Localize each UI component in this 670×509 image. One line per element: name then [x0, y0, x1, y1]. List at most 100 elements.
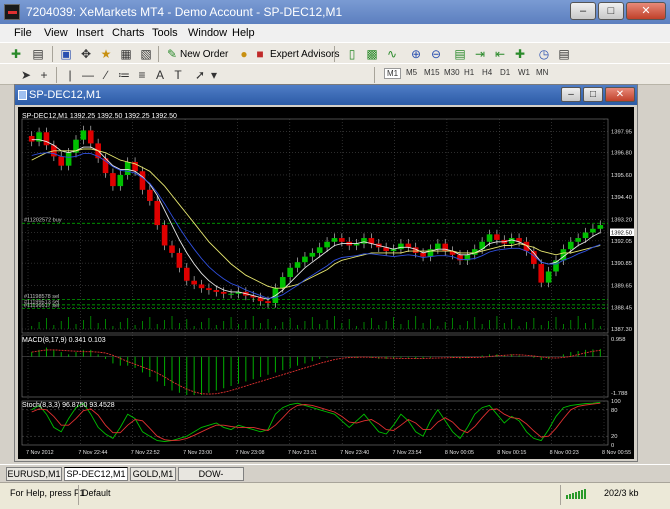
trendline-icon[interactable]: ∕: [98, 67, 114, 83]
menu-view[interactable]: View: [44, 27, 68, 39]
price-axis-label: 1395.60: [611, 173, 632, 179]
timeframe-h4[interactable]: H4: [482, 68, 492, 77]
order-line-label: #11199517 sel: [24, 303, 59, 309]
chart-shift-icon[interactable]: ⇤: [492, 46, 508, 62]
candle-body: [435, 243, 441, 250]
tab-dow-dec12[interactable]: DOW-DEC12,M15: [178, 467, 244, 491]
candle-body: [597, 225, 604, 229]
candle-body: [294, 262, 301, 268]
expert-advisors-button[interactable]: Expert Advisors: [270, 49, 339, 60]
price-axis-label: 1392.05: [611, 239, 632, 245]
status-bar: For Help, press F1 Default 202/3 kb: [0, 482, 670, 509]
menu-window[interactable]: Window: [188, 27, 227, 39]
indicators-icon[interactable]: ✚: [512, 46, 528, 62]
market-watch-icon[interactable]: ▣: [58, 46, 74, 62]
candle-body: [43, 132, 50, 146]
candle-body: [405, 243, 412, 248]
vertical-line-icon[interactable]: |: [62, 67, 78, 83]
stoch-main-line: [31, 401, 601, 442]
chart-minimize-button[interactable]: –: [561, 87, 581, 102]
tab-eurusd[interactable]: EURUSD,M1: [6, 467, 62, 481]
time-axis-label: 8 Nov 00:23: [550, 450, 579, 456]
price-axis-label: 1396.80: [611, 151, 632, 157]
candle-body: [302, 256, 308, 263]
data-window-icon[interactable]: ✥: [78, 46, 94, 62]
line-chart-icon[interactable]: ∿: [384, 46, 400, 62]
menu-insert[interactable]: Insert: [76, 27, 104, 39]
bar-chart-icon[interactable]: ▯: [344, 46, 360, 62]
tab-gold[interactable]: GOLD,M1: [130, 467, 176, 481]
new-order-button[interactable]: New Order: [180, 49, 228, 60]
chart-area[interactable]: #11202572 buy #11198578 sel #11199513 sel #…: [18, 107, 634, 459]
zoom-in-icon[interactable]: ⊕: [408, 46, 424, 62]
zoom-out-icon[interactable]: ⊖: [428, 46, 444, 62]
expert-advisors-icon[interactable]: ■: [252, 46, 268, 62]
timeframe-m15[interactable]: M15: [424, 68, 440, 77]
cursor-icon[interactable]: ➤: [18, 67, 34, 83]
stoch-label: Stoch(8,3,3) 96.8750 93.4528: [22, 402, 115, 409]
candle-body: [139, 171, 146, 190]
candle-body: [316, 247, 323, 253]
timeframe-m5[interactable]: M5: [406, 68, 417, 77]
terminal-icon[interactable]: ▦: [118, 46, 134, 62]
tile-windows-icon[interactable]: ▤: [452, 46, 468, 62]
candle-body: [183, 267, 190, 281]
time-axis-label: 7 Nov 22:52: [131, 450, 160, 456]
chart-window-icon: [18, 90, 27, 100]
chart-axes: 1397.95 1396.80 1395.60 1394.40 1393.20 1392.…: [26, 129, 634, 456]
new-chart-icon[interactable]: ✚: [8, 46, 24, 62]
minimize-button[interactable]: –: [570, 2, 596, 20]
candlesticks-icon[interactable]: ▩: [364, 46, 380, 62]
menu-charts[interactable]: Charts: [112, 27, 144, 39]
candle-body: [538, 264, 545, 283]
timeframe-m30[interactable]: M30: [444, 68, 460, 77]
candle-body: [191, 280, 197, 285]
tester-icon[interactable]: ▧: [138, 46, 154, 62]
menu-file[interactable]: File: [14, 27, 32, 39]
chart-close-button[interactable]: ✕: [605, 87, 635, 102]
fibonacci-icon[interactable]: ≡: [134, 67, 150, 83]
order-line-label: #11202572 buy: [24, 218, 62, 224]
timeframe-h1[interactable]: H1: [464, 68, 474, 77]
close-button[interactable]: ✕: [626, 2, 666, 20]
crosshair-icon[interactable]: +: [36, 67, 52, 83]
timeframe-d1[interactable]: D1: [500, 68, 510, 77]
text-tool-icon[interactable]: A: [152, 67, 168, 83]
price-chart-svg[interactable]: #11202572 buy#11198578 sel#11199513 sel#…: [18, 107, 634, 459]
chart-info-label: SP-DEC12,M1 1392.25 1392.50 1392.25 1392…: [22, 113, 177, 120]
maximize-button[interactable]: □: [598, 2, 624, 20]
auto-scroll-icon[interactable]: ⇥: [472, 46, 488, 62]
candle-body: [87, 130, 94, 144]
ma-slow-line: [31, 148, 601, 289]
menu-tools[interactable]: Tools: [152, 27, 178, 39]
profiles-icon[interactable]: ▤: [30, 46, 46, 62]
candle-body: [220, 291, 227, 294]
time-axis-label: 7 Nov 23:40: [340, 450, 369, 456]
tab-sp-dec12[interactable]: SP-DEC12,M1: [64, 467, 128, 481]
chart-tabs: EURUSD,M1 SP-DEC12,M1 GOLD,M1 DOW-DEC12,…: [0, 464, 670, 491]
chart-restore-button[interactable]: □: [583, 87, 603, 102]
time-axis-label: 7 Nov 22:44: [78, 450, 107, 456]
time-axis-label: 7 Nov 23:54: [393, 450, 422, 456]
new-order-icon[interactable]: ✎: [164, 46, 180, 62]
navigator-icon[interactable]: ★: [98, 46, 114, 62]
timeframe-m1[interactable]: M1: [384, 68, 402, 79]
menu-help[interactable]: Help: [232, 27, 255, 39]
timeframe-mn[interactable]: MN: [536, 68, 548, 77]
time-axis-label: 8 Nov 00:55: [602, 450, 631, 456]
chart-window-title-bar: SP-DEC12,M1 – □ ✕: [15, 85, 637, 105]
chevron-down-icon[interactable]: ▾: [206, 67, 222, 83]
templates-icon[interactable]: ▤: [556, 46, 572, 62]
candle-body: [324, 241, 330, 248]
toolbar-separator: [158, 46, 159, 62]
channel-icon[interactable]: ≔: [116, 67, 132, 83]
horizontal-line-icon[interactable]: —: [80, 67, 96, 83]
label-tool-icon[interactable]: T: [170, 67, 186, 83]
menu-bar: File View Insert Charts Tools Window Hel…: [0, 24, 670, 42]
time-axis-label: 8 Nov 00:15: [497, 450, 526, 456]
candle-body: [124, 161, 131, 175]
periods-icon[interactable]: ◷: [536, 46, 552, 62]
timeframe-w1[interactable]: W1: [518, 68, 530, 77]
metaeditor-icon[interactable]: ●: [236, 46, 252, 62]
candle-body: [398, 243, 404, 250]
